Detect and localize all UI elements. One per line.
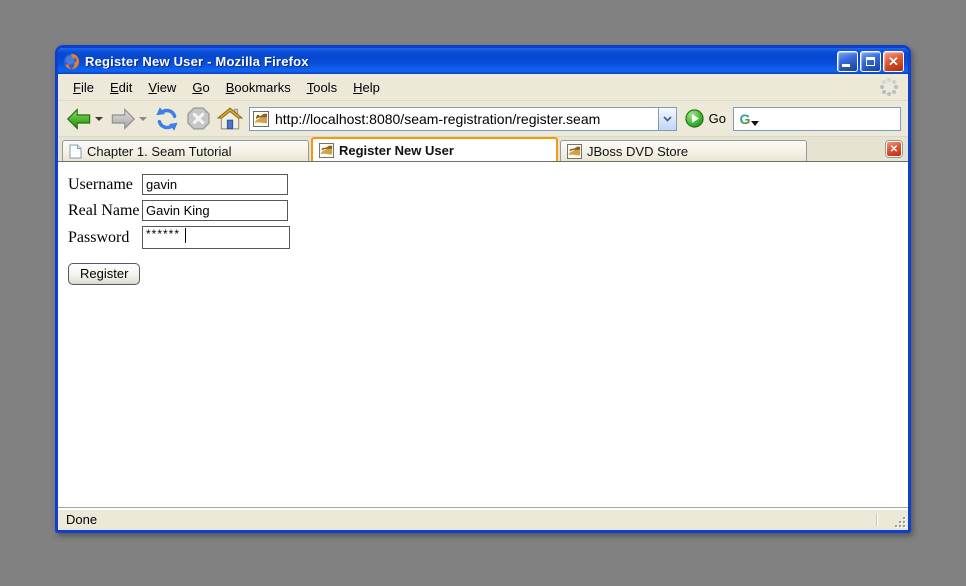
- status-bar: Done: [58, 508, 908, 530]
- home-button[interactable]: [216, 105, 244, 132]
- search-logo-letter: G: [740, 111, 751, 127]
- title-bar[interactable]: Register New User - Mozilla Firefox ✕: [58, 48, 908, 74]
- real-name-label: Real Name: [68, 202, 142, 220]
- window-title: Register New User - Mozilla Firefox: [85, 54, 837, 69]
- navigation-toolbar: Go G: [58, 101, 908, 137]
- username-label: Username: [68, 176, 142, 194]
- chevron-down-icon: [663, 116, 672, 122]
- close-tab-icon[interactable]: ✕: [886, 141, 902, 157]
- firefox-icon: [63, 53, 80, 70]
- forward-dropdown-arrow[interactable]: [139, 117, 147, 121]
- menu-file[interactable]: File: [65, 76, 102, 99]
- page-content: Username Real Name Password ****** Regis…: [58, 162, 908, 508]
- tab-label: JBoss DVD Store: [587, 144, 688, 159]
- browser-window: Register New User - Mozilla Firefox ✕ Fi…: [55, 45, 911, 533]
- text-caret: [185, 228, 186, 243]
- document-icon: [69, 144, 82, 159]
- back-button[interactable]: [65, 106, 93, 132]
- stop-button[interactable]: [185, 105, 212, 132]
- real-name-field[interactable]: [142, 200, 288, 221]
- site-favicon: [319, 143, 334, 158]
- go-icon: [685, 109, 704, 128]
- tab-bar: Chapter 1. Seam Tutorial Register New Us…: [58, 137, 908, 162]
- password-field[interactable]: ******: [142, 226, 290, 249]
- password-label: Password: [68, 229, 142, 247]
- tab-label: Register New User: [339, 143, 454, 158]
- url-dropdown-button[interactable]: [658, 108, 676, 130]
- url-input[interactable]: [273, 111, 658, 127]
- menu-edit[interactable]: Edit: [102, 76, 140, 99]
- menu-view[interactable]: View: [140, 76, 184, 99]
- status-text: Done: [66, 512, 97, 527]
- menu-bookmarks[interactable]: Bookmarks: [218, 76, 299, 99]
- tab-register-new-user[interactable]: Register New User: [311, 137, 558, 161]
- real-name-row: Real Name: [68, 200, 908, 221]
- back-dropdown-arrow[interactable]: [95, 117, 103, 121]
- reload-icon: [154, 106, 180, 132]
- username-row: Username: [68, 174, 908, 195]
- window-controls: ✕: [837, 51, 904, 72]
- minimize-button[interactable]: [837, 51, 858, 72]
- username-field[interactable]: [142, 174, 288, 195]
- url-bar: [249, 107, 677, 131]
- home-icon: [217, 106, 243, 131]
- password-masked-value: ******: [146, 228, 180, 240]
- site-favicon: [253, 111, 269, 127]
- menu-tools[interactable]: Tools: [299, 76, 345, 99]
- go-button[interactable]: Go: [685, 109, 726, 128]
- search-input[interactable]: G: [733, 107, 901, 131]
- forward-button[interactable]: [109, 106, 137, 132]
- forward-icon: [110, 107, 136, 131]
- register-button[interactable]: Register: [68, 263, 140, 285]
- tab-jboss-dvd-store[interactable]: JBoss DVD Store: [560, 140, 807, 161]
- status-separator: [876, 513, 878, 526]
- site-favicon: [567, 144, 582, 159]
- password-row: Password ******: [68, 226, 908, 249]
- search-engine-dropdown-arrow[interactable]: [751, 121, 759, 126]
- desktop-background: Register New User - Mozilla Firefox ✕ Fi…: [0, 0, 966, 586]
- back-icon: [66, 107, 92, 131]
- resize-grip[interactable]: [893, 515, 906, 528]
- menu-help[interactable]: Help: [345, 76, 388, 99]
- go-label: Go: [709, 111, 726, 126]
- menu-bar: File Edit View Go Bookmarks Tools Help: [58, 74, 908, 101]
- reload-button[interactable]: [153, 105, 181, 133]
- stop-icon: [186, 106, 211, 131]
- throbber-icon: [878, 76, 900, 98]
- tab-label: Chapter 1. Seam Tutorial: [87, 144, 232, 159]
- maximize-button[interactable]: [860, 51, 881, 72]
- close-button[interactable]: ✕: [883, 51, 904, 72]
- menu-go[interactable]: Go: [184, 76, 217, 99]
- tab-chapter1-seam-tutorial[interactable]: Chapter 1. Seam Tutorial: [62, 140, 309, 161]
